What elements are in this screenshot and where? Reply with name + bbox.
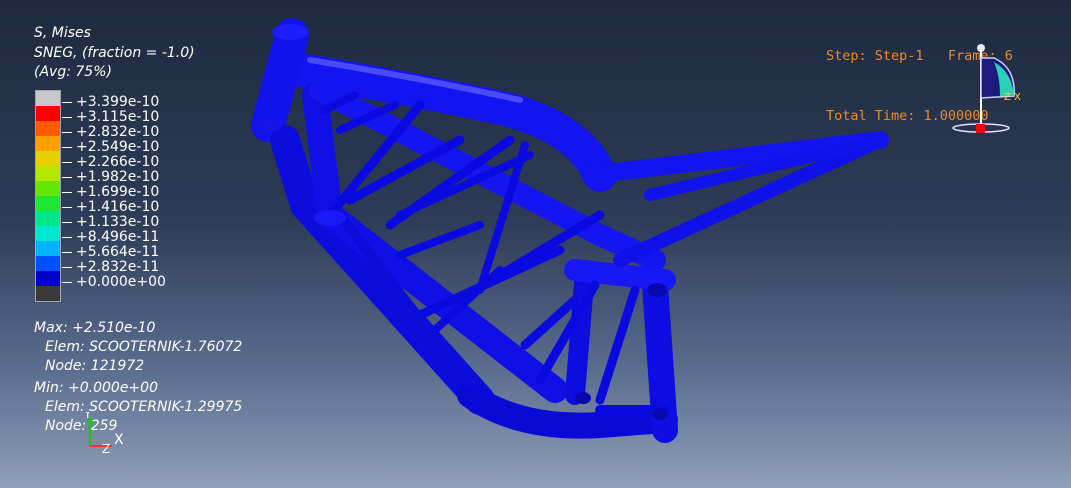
x-axis-label: X (114, 432, 124, 448)
frame-tubes (251, 18, 889, 443)
lower-pivot-hole (575, 392, 591, 404)
view-orientation-widget[interactable]: Z X (944, 38, 1034, 138)
global-axis-triad: Y X Z (83, 412, 124, 454)
rear-pivot-hole (647, 283, 667, 297)
head-bottom-cap (254, 119, 282, 131)
rear-mount (872, 135, 888, 145)
y-axis-label: Y (83, 412, 92, 421)
z-axis-label: Z (102, 442, 110, 454)
orientation-x-label: X (1014, 92, 1021, 103)
joint-plate (314, 210, 346, 226)
orientation-z-label: Z (1004, 92, 1011, 103)
head-cap (272, 24, 308, 40)
orientation-center-marker (976, 124, 985, 133)
scooter-frame-model[interactable] (0, 0, 1071, 488)
lower-rear-hole (652, 408, 668, 420)
orientation-top-knob (977, 44, 985, 52)
